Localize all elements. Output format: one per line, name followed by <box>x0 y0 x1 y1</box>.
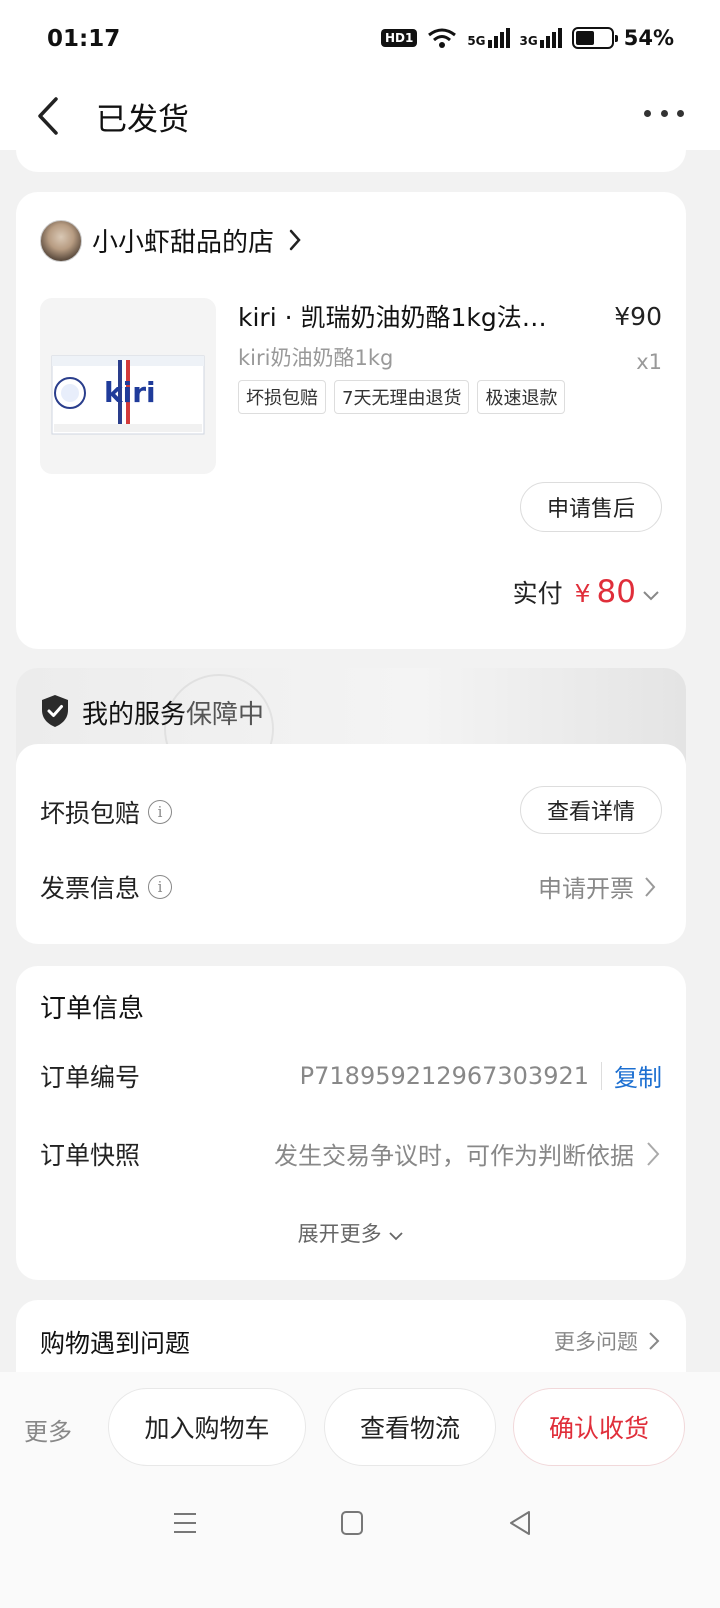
info-icon[interactable]: i <box>148 875 173 899</box>
order-info-card: 订单信息 订单编号 P718959212967303921 复制 订单快照 发生… <box>16 966 686 1280</box>
previous-card-bottom <box>16 150 686 172</box>
battery-label: 54% <box>623 26 674 50</box>
invoice-label: 发票信息 <box>40 874 141 903</box>
more-button[interactable]: 更多 <box>24 1412 72 1447</box>
battery-icon <box>571 27 618 49</box>
paid-label: 实付 <box>512 579 563 608</box>
back-button[interactable] <box>36 86 80 146</box>
service-title-main: 我的服务 <box>82 700 187 730</box>
paid-currency: ¥ <box>574 579 591 608</box>
product-box-illustration: kiri <box>51 355 205 435</box>
more-questions-link[interactable]: 更多问题 <box>554 1326 660 1356</box>
apply-invoice-link[interactable]: 申请开票 <box>538 869 656 904</box>
service-title-sub: 保障中 <box>186 700 265 730</box>
product-spec: kiri奶油奶酪1kg <box>238 346 394 370</box>
order-snapshot-link[interactable]: 发生交易争议时，可作为判断依据 <box>274 1136 660 1171</box>
product-title[interactable]: kiri · 凯瑞奶油奶酪1kg法… <box>238 298 583 334</box>
shop-avatar[interactable] <box>40 220 82 262</box>
menu-icon[interactable] <box>172 1510 198 1536</box>
order-info-heading: 订单信息 <box>40 994 145 1024</box>
order-number-label: 订单编号 <box>40 1063 141 1092</box>
expand-more-button[interactable]: 展开更多 <box>16 1218 686 1248</box>
shop-name: 小小虾甜品的店 <box>92 228 275 258</box>
damage-label: 坏损包赔 <box>40 799 141 828</box>
chevron-right-icon <box>645 876 656 897</box>
more-questions-label: 更多问题 <box>554 1330 638 1354</box>
home-square-icon[interactable] <box>340 1510 364 1536</box>
status-bar: 01:17 HD1 5G 3G 54% <box>0 0 720 80</box>
copy-button[interactable]: 复制 <box>614 1058 662 1093</box>
signal-5g-icon: 5G <box>467 28 510 48</box>
chevron-right-icon <box>290 229 301 251</box>
confirm-receipt-button[interactable]: 确认收货 <box>513 1388 685 1466</box>
order-number-row: P718959212967303921 复制 <box>300 1058 662 1093</box>
system-nav-bar <box>0 1490 720 1560</box>
add-to-cart-button[interactable]: 加入购物车 <box>108 1388 306 1466</box>
product-quantity: x1 <box>636 350 662 374</box>
shopping-problem-label: 购物遇到问题 <box>40 1329 191 1358</box>
view-details-button[interactable]: 查看详情 <box>520 786 662 834</box>
signal-3g-icon: 3G <box>520 28 562 48</box>
chevron-right-icon <box>649 1332 660 1350</box>
chevron-right-icon <box>647 1141 660 1166</box>
order-snapshot-label: 订单快照 <box>40 1141 141 1170</box>
back-triangle-icon[interactable] <box>508 1510 532 1536</box>
status-icons: HD1 5G 3G 54% <box>380 26 674 50</box>
more-dots-icon[interactable] <box>644 98 684 128</box>
tag-7day-return: 7天无理由退货 <box>334 380 470 414</box>
net2-label: 3G <box>519 34 538 48</box>
hd-icon: HD1 <box>380 29 418 47</box>
paid-amount: 80 <box>596 574 636 610</box>
chevron-left-icon <box>38 97 58 135</box>
order-number-value: P718959212967303921 <box>300 1061 602 1090</box>
paid-amount-row[interactable]: 实付 ¥ 80 <box>513 574 660 610</box>
service-title: 我的服务保障中 <box>82 694 264 731</box>
product-price: ¥90 <box>614 302 662 331</box>
status-time: 01:17 <box>47 26 121 52</box>
wifi-icon <box>428 28 457 48</box>
after-sale-button[interactable]: 申请售后 <box>520 482 662 532</box>
nav-bar: 已发货 <box>0 80 720 150</box>
damage-row: 坏损包赔 i <box>40 794 173 830</box>
shield-check-icon <box>42 695 68 727</box>
expand-more-label: 展开更多 <box>297 1222 382 1246</box>
info-icon[interactable]: i <box>148 800 173 824</box>
tag-fast-refund: 极速退款 <box>477 380 566 414</box>
net1-label: 5G <box>467 34 486 48</box>
chevron-down-icon <box>389 1232 403 1241</box>
page-title: 已发货 <box>96 102 189 138</box>
brand-wordmark: kiri <box>104 376 156 409</box>
tag-damage: 坏损包赔 <box>238 380 326 414</box>
apply-invoice-label: 申请开票 <box>538 875 634 903</box>
order-snapshot-value: 发生交易争议时，可作为判断依据 <box>274 1142 634 1170</box>
view-logistics-button[interactable]: 查看物流 <box>324 1388 496 1466</box>
shop-name-link[interactable]: 小小虾甜品的店 <box>92 222 302 259</box>
chevron-down-icon <box>643 591 659 601</box>
shop-card: 小小虾甜品的店 kiri kiri · 凯瑞奶油奶酪1kg法… ¥90 kiri… <box>16 192 686 649</box>
service-tags: 坏损包赔 7天无理由退货 极速退款 <box>238 380 566 414</box>
product-image[interactable]: kiri <box>40 298 216 474</box>
service-card: 坏损包赔 i 查看详情 发票信息 i 申请开票 <box>16 744 686 944</box>
invoice-row: 发票信息 i <box>40 869 173 905</box>
